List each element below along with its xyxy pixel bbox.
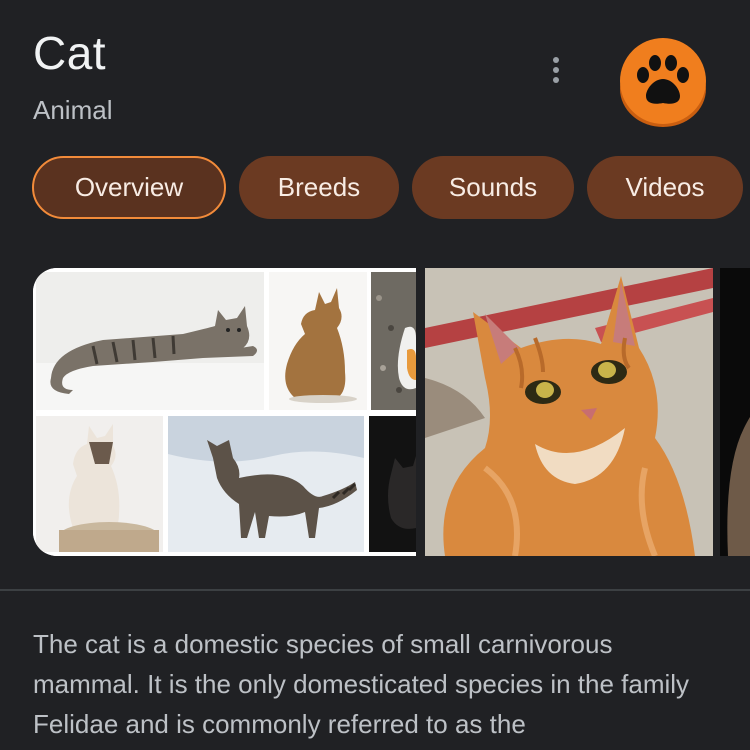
entity-description: The cat is a domestic species of small c… <box>33 629 690 739</box>
collage-image <box>33 268 416 556</box>
paw-icon[interactable] <box>618 36 708 128</box>
tab-overview[interactable]: Overview <box>32 156 226 219</box>
image-collage[interactable] <box>33 268 416 556</box>
tab-bar: Overview Breeds Sounds Videos <box>32 156 743 219</box>
page-title: Cat <box>33 27 107 79</box>
tab-videos[interactable]: Videos <box>587 156 743 219</box>
image-carousel <box>33 268 750 556</box>
tab-breeds[interactable]: Breeds <box>239 156 399 219</box>
more-options-button[interactable] <box>540 52 572 88</box>
tab-sounds[interactable]: Sounds <box>412 156 574 219</box>
cat-image-partial <box>720 268 750 556</box>
more-vert-icon <box>553 57 559 63</box>
knowledge-panel: Cat Animal Overview Breeds Sounds Videos <box>0 0 750 750</box>
page-subtitle: Animal <box>33 95 113 125</box>
cat-photo[interactable] <box>425 268 713 556</box>
section-divider <box>0 589 750 591</box>
orange-cat-image <box>425 268 713 556</box>
cat-photo-partial[interactable] <box>720 268 750 556</box>
